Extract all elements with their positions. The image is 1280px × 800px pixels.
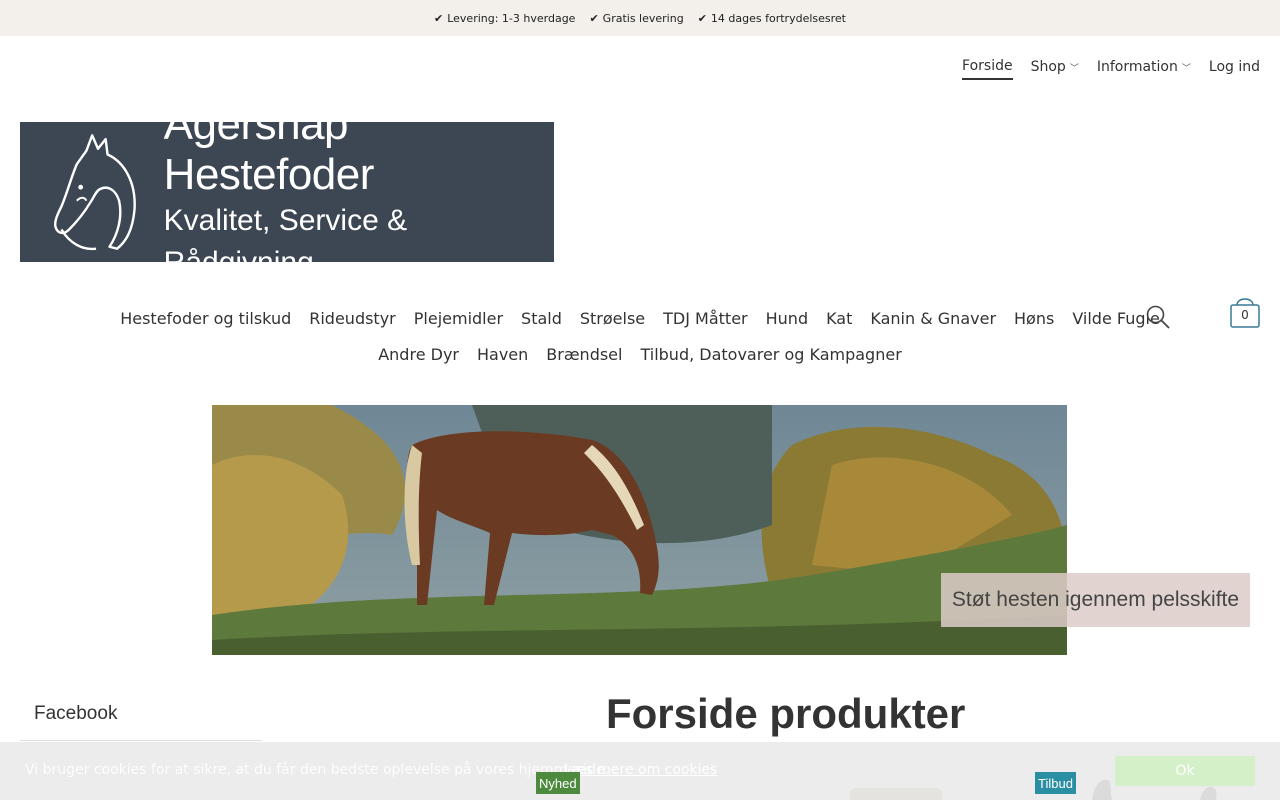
- site-logo[interactable]: Agersnap Hestefoder Kvalitet, Service & …: [20, 100, 554, 279]
- logo-text: Agersnap Hestefoder Kvalitet, Service & …: [164, 100, 554, 284]
- category-link[interactable]: Tilbud, Datovarer og Kampagner: [640, 345, 901, 364]
- check-icon: ✔: [697, 11, 707, 25]
- nav-shop[interactable]: Shop ﹀: [1031, 58, 1079, 80]
- category-link[interactable]: Brændsel: [546, 345, 622, 364]
- category-nav-row: Andre Dyr Haven Brændsel Tilbud, Datovar…: [160, 336, 1120, 372]
- usp-item-return: ✔ 14 dages fortrydelsesret: [698, 12, 846, 25]
- cookie-ok-button[interactable]: Ok: [1115, 756, 1255, 786]
- category-link[interactable]: Andre Dyr: [378, 345, 459, 364]
- category-link[interactable]: Hund: [766, 309, 808, 328]
- logo-tagline: Kvalitet, Service & Rådgivning: [163, 204, 408, 279]
- category-link[interactable]: Plejemidler: [414, 309, 503, 328]
- cookie-more-link[interactable]: Læs mere om cookies: [564, 762, 717, 778]
- check-icon: ✔: [434, 11, 444, 25]
- utility-nav: Forside Shop ﹀ Information ﹀ Log ind: [962, 58, 1260, 80]
- offer-badge: Tilbud: [1035, 772, 1076, 794]
- category-link[interactable]: TDJ Måtter: [663, 309, 747, 328]
- cookie-banner: Vi bruger cookies for at sikre, at du få…: [0, 742, 1280, 800]
- cookie-message: Vi bruger cookies for at sikre, at du få…: [25, 762, 610, 778]
- nav-label: Log ind: [1208, 59, 1260, 75]
- chevron-down-icon: ﹀: [1069, 63, 1079, 74]
- nav-label: Forside: [962, 58, 1013, 74]
- search-icon: [1146, 305, 1170, 329]
- category-link[interactable]: Kat: [826, 309, 852, 328]
- chevron-down-icon: ﹀: [1181, 63, 1191, 74]
- category-link[interactable]: Stald: [521, 309, 562, 328]
- category-link[interactable]: Høns: [1014, 309, 1054, 328]
- category-nav-row: Hestefoder og tilskud Rideudstyr Plejemi…: [120, 300, 1160, 336]
- category-nav: Hestefoder og tilskud Rideudstyr Plejemi…: [120, 300, 1160, 372]
- hero-image: [212, 405, 1067, 655]
- nav-forside[interactable]: Forside: [962, 58, 1013, 80]
- logo-title: Agersnap Hestefoder: [163, 100, 375, 199]
- usp-text: Levering: 1-3 hverdage: [447, 11, 576, 25]
- products-heading: Forside produkter: [606, 690, 966, 737]
- usp-item-delivery: ✔ Levering: 1-3 hverdage: [434, 12, 575, 25]
- new-badge: Nyhed: [536, 772, 580, 794]
- category-link[interactable]: Rideudstyr: [309, 309, 396, 328]
- usp-text: Gratis levering: [602, 11, 684, 25]
- nav-login[interactable]: Log ind: [1209, 58, 1260, 80]
- hero-caption[interactable]: Støt hesten igennem pelsskifte: [941, 573, 1250, 627]
- nav-information[interactable]: Information ﹀: [1097, 58, 1191, 80]
- hero-banner[interactable]: [212, 405, 1067, 655]
- usp-item-free-shipping: ✔ Gratis levering: [589, 12, 683, 25]
- divider: [20, 740, 262, 741]
- category-link[interactable]: Haven: [477, 345, 528, 364]
- facebook-heading: Facebook: [34, 703, 118, 724]
- check-icon: ✔: [589, 11, 599, 25]
- category-link[interactable]: Strøelse: [580, 309, 645, 328]
- horse-logo-icon: [54, 134, 136, 251]
- category-link[interactable]: Hestefoder og tilskud: [120, 309, 291, 328]
- category-link[interactable]: Kanin & Gnaver: [870, 309, 996, 328]
- search-button[interactable]: [1145, 304, 1171, 330]
- usp-text: 14 dages fortrydelsesret: [710, 11, 846, 25]
- cart-count: 0: [1241, 308, 1249, 322]
- nav-label: Shop: [1030, 59, 1066, 75]
- nav-label: Information: [1096, 59, 1178, 75]
- usp-bar: ✔ Levering: 1-3 hverdage ✔ Gratis levering…: [0, 0, 1280, 36]
